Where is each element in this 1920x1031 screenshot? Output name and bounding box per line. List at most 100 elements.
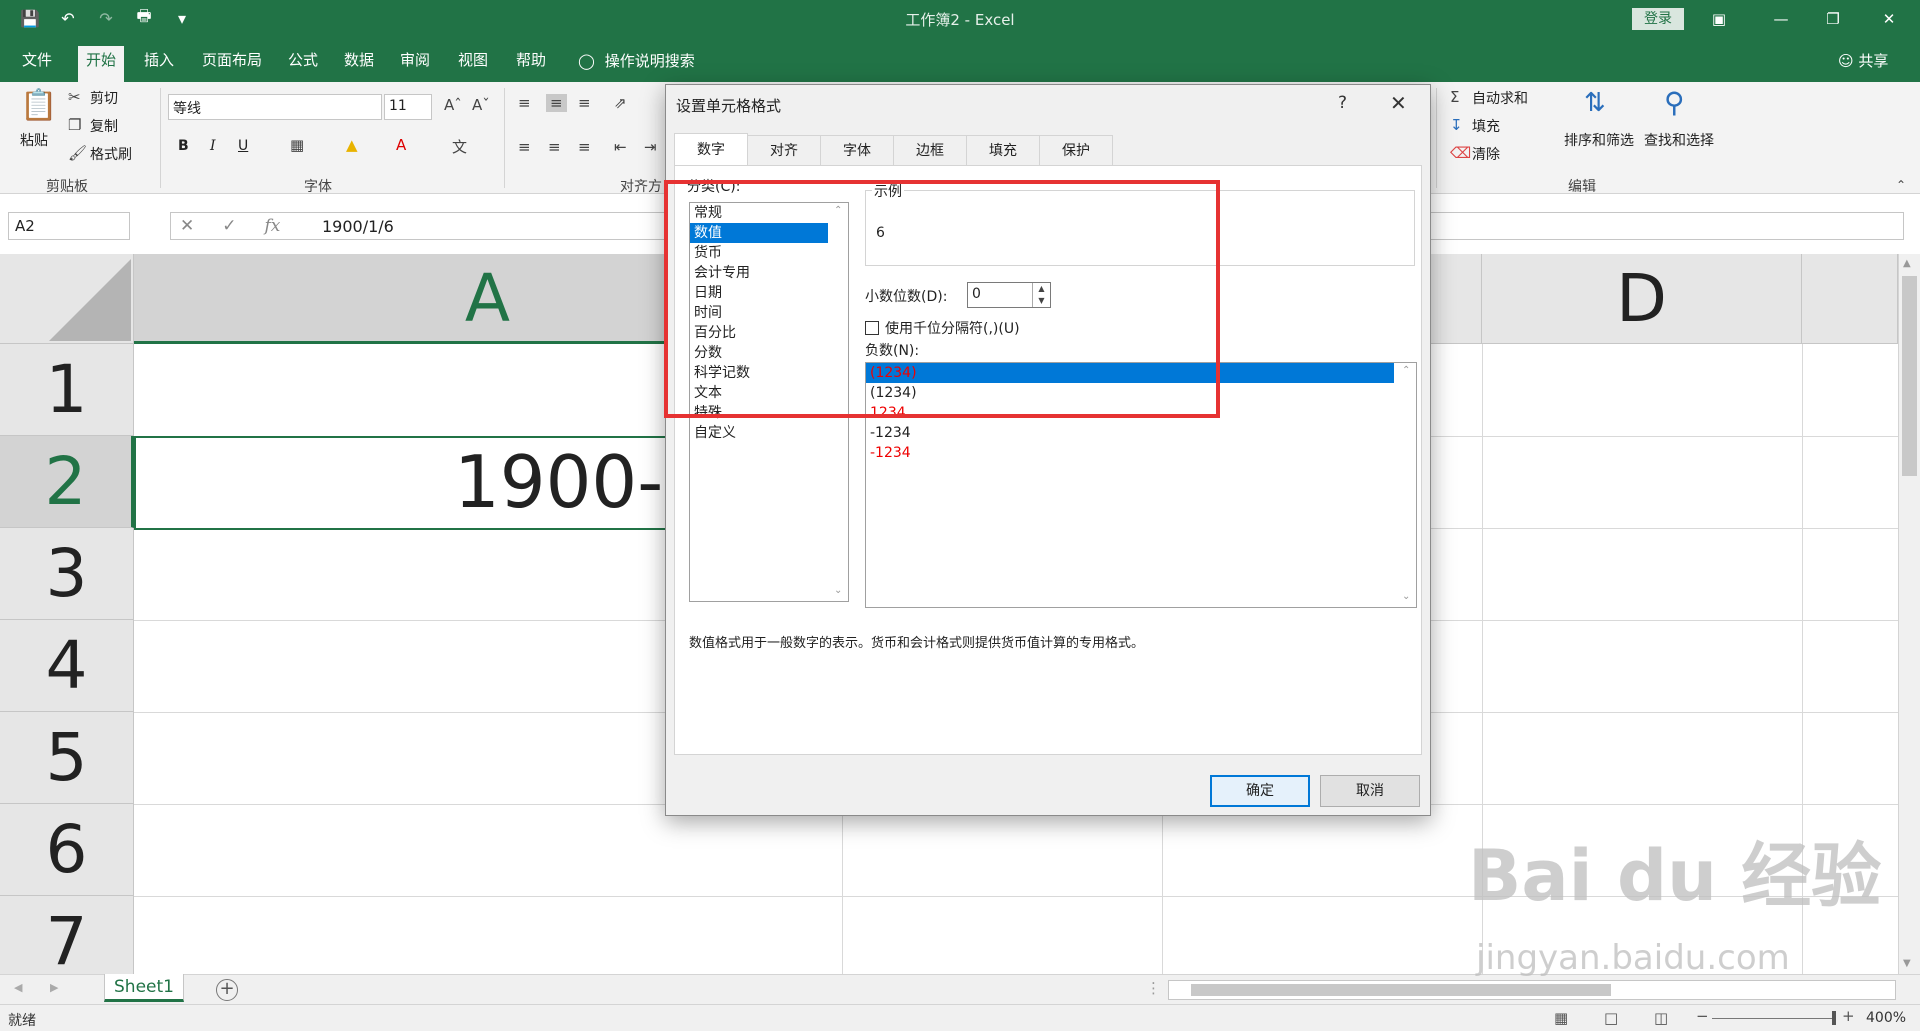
tab-alignment[interactable]: 对齐	[747, 135, 821, 165]
tab-border[interactable]: 边框	[893, 135, 967, 165]
tab-page-layout[interactable]: 页面布局	[194, 48, 270, 82]
negative-scrollbar[interactable]: ⌃ ⌄	[1398, 363, 1416, 607]
prev-sheet-icon[interactable]: ◀	[14, 981, 22, 994]
page-layout-view-icon[interactable]: □	[1604, 1009, 1618, 1027]
negative-option-red-minus[interactable]: -1234	[866, 443, 1394, 463]
thousands-separator-checkbox[interactable]: 使用千位分隔符(,)(U)	[865, 318, 1020, 338]
column-header-d[interactable]: D	[1482, 254, 1802, 344]
category-percentage[interactable]: 百分比	[690, 323, 828, 343]
indent-icon[interactable]: ⇤	[614, 138, 627, 156]
restore-icon[interactable]: ❐	[1810, 0, 1856, 38]
category-time[interactable]: 时间	[690, 303, 828, 323]
align-right-icon[interactable]: ≡	[578, 138, 591, 156]
clear-label[interactable]: 清除	[1472, 144, 1500, 164]
row-header-1[interactable]: 1	[0, 344, 134, 436]
scroll-down-icon[interactable]: ⌄	[834, 585, 842, 596]
category-number[interactable]: 数值	[690, 223, 828, 243]
tab-number[interactable]: 数字	[674, 133, 748, 165]
scroll-down-icon[interactable]: ▼	[1903, 958, 1911, 969]
category-special[interactable]: 特殊	[690, 403, 828, 423]
row-header-6[interactable]: 6	[0, 804, 134, 896]
select-all-corner[interactable]	[0, 254, 134, 344]
tab-home[interactable]: 开始	[78, 46, 125, 82]
font-color-icon[interactable]: A	[396, 136, 406, 154]
scroll-up-icon[interactable]: ▲	[1903, 258, 1911, 269]
category-accounting[interactable]: 会计专用	[690, 263, 828, 283]
font-size-select[interactable]: 11	[384, 94, 432, 120]
border-icon[interactable]: ▦	[290, 136, 304, 154]
vertical-scrollbar[interactable]: ▲ ▼	[1898, 254, 1920, 974]
scissors-icon[interactable]: ✂	[68, 88, 81, 106]
column-header-e[interactable]	[1802, 254, 1898, 344]
autosum-label[interactable]: 自动求和	[1472, 88, 1528, 108]
next-sheet-icon[interactable]: ▶	[50, 981, 58, 994]
row-header-7[interactable]: 7	[0, 896, 134, 974]
name-box[interactable]: A2	[8, 212, 130, 240]
stepper-up-icon[interactable]: ▲	[1033, 283, 1050, 295]
negative-option-parens[interactable]: (1234)	[866, 383, 1394, 403]
category-text[interactable]: 文本	[690, 383, 828, 403]
enter-icon[interactable]: ✓	[222, 216, 236, 236]
magnifier-icon[interactable]: ⚲	[1664, 86, 1685, 119]
minimize-icon[interactable]: —	[1758, 0, 1804, 38]
help-button[interactable]: ?	[1338, 93, 1347, 113]
format-painter-icon[interactable]: 🖌	[68, 144, 87, 162]
format-painter-label[interactable]: 格式刷	[90, 144, 132, 164]
orientation-icon[interactable]: ⇗	[614, 94, 627, 112]
checkbox-box[interactable]	[865, 321, 879, 335]
cancel-button[interactable]: 取消	[1320, 775, 1420, 807]
zoom-out-icon[interactable]: −	[1696, 1007, 1709, 1025]
insert-function-icon[interactable]: fx	[265, 216, 281, 236]
autosum-icon[interactable]: Σ	[1450, 88, 1459, 106]
fill-label[interactable]: 填充	[1472, 116, 1500, 136]
cut-label[interactable]: 剪切	[90, 88, 118, 108]
row-header-4[interactable]: 4	[0, 620, 134, 712]
find-select-label[interactable]: 查找和选择	[1644, 130, 1714, 150]
font-name-select[interactable]: 等线	[168, 94, 382, 120]
ok-button[interactable]: 确定	[1210, 775, 1310, 807]
sort-filter-label[interactable]: 排序和筛选	[1564, 130, 1634, 150]
tab-insert[interactable]: 插入	[136, 48, 182, 82]
align-left-icon[interactable]: ≡	[518, 138, 531, 156]
phonetic-icon[interactable]: 文	[452, 136, 467, 157]
align-middle-icon[interactable]: ≡	[546, 94, 567, 112]
dialog-close-icon[interactable]: ✕	[1390, 91, 1407, 115]
align-top-icon[interactable]: ≡	[518, 94, 531, 112]
category-scientific[interactable]: 科学记数	[690, 363, 828, 383]
tab-protection[interactable]: 保护	[1039, 135, 1113, 165]
fill-down-icon[interactable]: ↧	[1450, 116, 1463, 134]
category-date[interactable]: 日期	[690, 283, 828, 303]
category-currency[interactable]: 货币	[690, 243, 828, 263]
paste-icon[interactable]: 📋	[20, 88, 57, 123]
tab-formulas[interactable]: 公式	[280, 48, 326, 82]
zoom-in-icon[interactable]: +	[1842, 1007, 1855, 1025]
stepper-buttons[interactable]: ▲ ▼	[1032, 283, 1050, 307]
tab-help[interactable]: 帮助	[508, 48, 554, 82]
zoom-level[interactable]: 400%	[1866, 1010, 1906, 1026]
paste-label[interactable]: 粘贴	[20, 130, 48, 150]
login-button[interactable]: 登录	[1632, 8, 1684, 30]
negative-numbers-list[interactable]: (1234) (1234) 1234 -1234 -1234 ⌃ ⌄	[865, 362, 1417, 608]
align-center-icon[interactable]: ≡	[548, 138, 561, 156]
stepper-down-icon[interactable]: ▼	[1033, 295, 1050, 307]
category-list[interactable]: 常规 数值 货币 会计专用 日期 时间 百分比 分数 科学记数 文本 特殊 自定…	[689, 202, 849, 602]
add-sheet-button[interactable]: +	[216, 979, 238, 1001]
vertical-scroll-thumb[interactable]	[1902, 276, 1917, 476]
share-button[interactable]: ☺ 共享	[1838, 50, 1888, 71]
sheet-tab-sheet1[interactable]: Sheet1	[104, 974, 184, 1002]
horizontal-scroll-thumb[interactable]	[1191, 984, 1611, 996]
indent-more-icon[interactable]: ⇥	[644, 138, 657, 156]
category-fraction[interactable]: 分数	[690, 343, 828, 363]
decrease-font-icon[interactable]: Aˇ	[472, 96, 490, 114]
negative-option-red[interactable]: 1234	[866, 403, 1394, 423]
tab-view[interactable]: 视图	[450, 48, 496, 82]
copy-icon[interactable]: ❐	[68, 116, 81, 134]
copy-label[interactable]: 复制	[90, 116, 118, 136]
normal-view-icon[interactable]: ▦	[1554, 1009, 1568, 1027]
scroll-up-icon[interactable]: ⌃	[834, 205, 842, 216]
page-break-view-icon[interactable]: ◫	[1654, 1009, 1668, 1027]
scroll-down-icon[interactable]: ⌄	[1402, 591, 1410, 602]
tell-me-search[interactable]: ◯ 操作说明搜索	[578, 50, 695, 71]
category-general[interactable]: 常规	[690, 203, 828, 223]
zoom-slider-handle[interactable]	[1832, 1011, 1836, 1025]
